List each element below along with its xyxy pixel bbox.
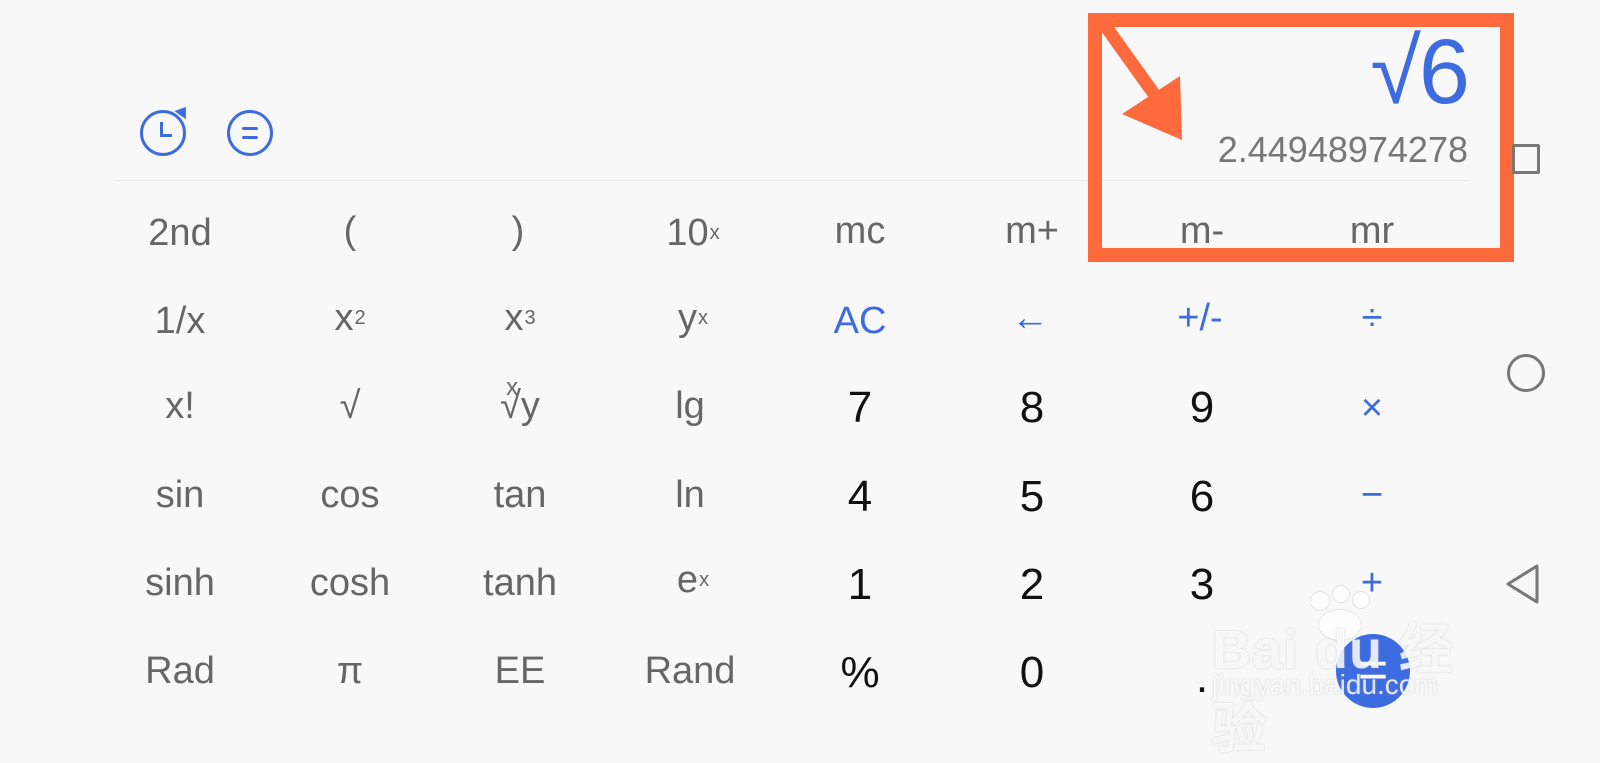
random-key[interactable]: Rand xyxy=(635,643,745,699)
multiply-key[interactable]: × xyxy=(1317,380,1427,436)
pi-key[interactable]: π xyxy=(295,643,405,699)
menu-icon[interactable] xyxy=(227,110,273,156)
radian-mode-key[interactable]: Rad xyxy=(125,643,235,699)
exp-key[interactable]: ex xyxy=(638,552,748,608)
cosine-key[interactable]: cos xyxy=(295,467,405,523)
open-paren-key[interactable]: ( xyxy=(295,203,405,259)
exponent-entry-key[interactable]: EE xyxy=(465,643,575,699)
hyperbolic-tangent-key[interactable]: tanh xyxy=(465,555,575,611)
hyperbolic-sine-key[interactable]: sinh xyxy=(125,555,235,611)
square-key[interactable]: x2 xyxy=(295,290,405,346)
factorial-key[interactable]: x! xyxy=(125,378,235,434)
square-root-key[interactable]: √ xyxy=(295,378,405,434)
display-divider xyxy=(114,180,1470,181)
log10-key[interactable]: lg xyxy=(635,378,745,434)
memory-recall-key[interactable]: mr xyxy=(1317,203,1427,259)
decimal-key[interactable]: . xyxy=(1147,650,1257,706)
digit-7-key[interactable]: 7 xyxy=(805,380,915,436)
digit-3-key[interactable]: 3 xyxy=(1147,557,1257,613)
second-function-key[interactable]: 2nd xyxy=(125,205,235,261)
subtract-key[interactable]: − xyxy=(1317,467,1427,523)
close-paren-key[interactable]: ) xyxy=(463,203,573,259)
digit-1-key[interactable]: 1 xyxy=(805,557,915,613)
equals-button[interactable]: = xyxy=(1336,634,1410,708)
power-key[interactable]: yx xyxy=(638,290,748,346)
nth-root-key[interactable]: x √y xyxy=(465,374,575,434)
back-icon[interactable] xyxy=(1505,564,1541,604)
memory-add-key[interactable]: m+ xyxy=(977,203,1087,259)
sign-toggle-key[interactable]: +/- xyxy=(1145,290,1255,346)
digit-0-key[interactable]: 0 xyxy=(977,645,1087,701)
tangent-key[interactable]: tan xyxy=(465,467,575,523)
annotation-arrow-icon xyxy=(1097,18,1182,140)
memory-subtract-key[interactable]: m- xyxy=(1147,203,1257,259)
divide-key[interactable]: ÷ xyxy=(1317,290,1427,346)
result-display: 2.44948974278 xyxy=(1217,129,1468,170)
percent-key[interactable]: % xyxy=(805,645,915,701)
natural-log-key[interactable]: ln xyxy=(635,467,745,523)
all-clear-key[interactable]: AC xyxy=(805,293,915,349)
ten-power-x-key[interactable]: 10 x xyxy=(638,205,748,261)
history-icon xyxy=(140,110,186,156)
digit-5-key[interactable]: 5 xyxy=(977,469,1087,525)
digit-9-key[interactable]: 9 xyxy=(1147,380,1257,436)
hyperbolic-cosine-key[interactable]: cosh xyxy=(295,555,405,611)
recent-apps-icon[interactable] xyxy=(1512,144,1540,174)
reciprocal-key[interactable]: 1/x xyxy=(125,293,235,349)
sine-key[interactable]: sin xyxy=(125,467,235,523)
digit-4-key[interactable]: 4 xyxy=(805,469,915,525)
backspace-key[interactable]: ← xyxy=(975,290,1085,346)
digit-2-key[interactable]: 2 xyxy=(977,557,1087,613)
add-key[interactable]: + xyxy=(1317,555,1427,611)
home-icon[interactable] xyxy=(1507,354,1545,392)
digit-8-key[interactable]: 8 xyxy=(977,380,1087,436)
memory-clear-key[interactable]: mc xyxy=(805,203,915,259)
digit-6-key[interactable]: 6 xyxy=(1147,469,1257,525)
cube-key[interactable]: x3 xyxy=(465,290,575,346)
expression-display: √6 xyxy=(1370,21,1470,123)
